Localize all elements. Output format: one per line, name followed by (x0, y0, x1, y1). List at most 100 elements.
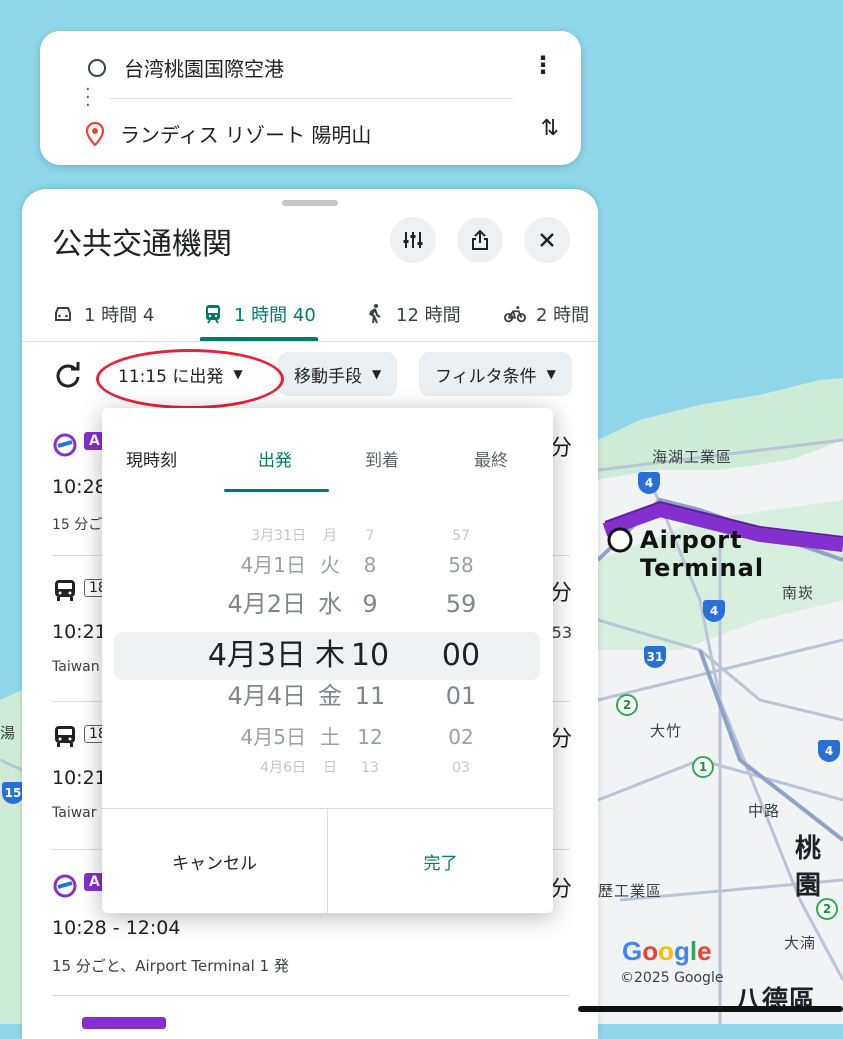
map-label-haihu: 海湖工業區 (652, 448, 733, 466)
duration: 分 (549, 436, 572, 461)
result-sub: 15 分ご (52, 517, 103, 533)
wheel-row[interactable]: 4月1日火 8 58 (102, 550, 553, 580)
tab-transit[interactable]: 1 時間 40 (202, 287, 316, 341)
filter-conditions-label: フィルタ条件 (435, 366, 537, 387)
wheel-row[interactable]: 4月4日金 11 01 (102, 680, 553, 712)
route-4-shield-icon: 4 (818, 740, 840, 762)
tab-walk-label: 12 時間 (396, 305, 461, 326)
ptab-depart[interactable]: 出発 (258, 446, 292, 471)
google-logo: Google (622, 936, 712, 966)
wheel-hour: 11 (354, 682, 386, 710)
wheel-row[interactable]: 4月5日土 12 02 (102, 722, 553, 752)
pin-icon (86, 121, 104, 146)
map-label-dapu: 大湳 (784, 934, 817, 952)
tab-bike[interactable]: 2 時間 (504, 287, 589, 341)
map-copyright: ©2025 Google (620, 970, 724, 986)
done-button[interactable]: 完了 (328, 809, 553, 913)
swap-icon[interactable]: ⇅ (541, 116, 559, 141)
result-time: 10:21 (52, 621, 107, 643)
map-label-industry: 歷工業區 (598, 882, 663, 900)
wheel-row[interactable]: 4月6日日 13 03 (102, 760, 553, 776)
train-icon (206, 305, 220, 324)
destination-row[interactable]: ランディス リゾート 陽明山 (86, 119, 372, 148)
destination-text: ランディス リゾート 陽明山 (120, 123, 372, 147)
travel-modes-chip[interactable]: 移動手段 ▼ (278, 352, 398, 396)
result-sub: Taiwar (52, 805, 97, 821)
route-31-shield-icon: 31 (644, 646, 666, 668)
route-dots-icon: · · · (85, 79, 91, 116)
duration: 分 (549, 581, 572, 606)
route-badge-partial (82, 1017, 166, 1029)
wheel-row[interactable]: 4月3日木 10 00 (102, 632, 553, 680)
wheel-minute: 57 (452, 528, 470, 544)
wheel-minute: 03 (452, 760, 470, 776)
map-label-pu: 湯 (0, 724, 17, 742)
result-sub: Taiwan (52, 659, 100, 675)
wheel-row[interactable]: 3月31日月 7 57 (102, 528, 553, 544)
map-label-taoyuan: 桃園 (795, 834, 823, 901)
more-options-icon[interactable]: ⋮ (531, 51, 555, 79)
ptab-active-indicator (224, 489, 329, 492)
duration: 分 (549, 877, 572, 902)
origin-row[interactable]: 台湾桃園国際空港 (88, 53, 284, 82)
wheel-date: 4月1日 (240, 553, 306, 577)
cancel-button[interactable]: キャンセル (102, 809, 327, 913)
close-button[interactable] (524, 217, 570, 263)
tab-walk[interactable]: 12 時間 (364, 287, 461, 341)
tab-drive[interactable]: 1 時間 4 (52, 287, 154, 341)
result-time: 10:21 (52, 767, 107, 789)
sheet-grabber[interactable] (282, 200, 338, 206)
wheel-row[interactable]: 4月2日水 9 59 (102, 588, 553, 620)
wheel-hour: 10 (350, 638, 390, 673)
walk-icon (369, 304, 381, 324)
wheel-hour: 7 (365, 528, 375, 544)
route-2-shield-icon: 2 (816, 898, 838, 920)
route-4-shield-icon: 4 (638, 472, 660, 494)
filter-conditions-chip[interactable]: フィルタ条件 ▼ (419, 352, 572, 396)
wheel-minute: 02 (448, 725, 474, 749)
wheel-hour: 9 (362, 590, 378, 618)
wheel-minute: 58 (448, 553, 474, 577)
close-icon (540, 233, 554, 247)
share-icon (472, 229, 488, 250)
ptab-last[interactable]: 最終 (474, 446, 508, 471)
car-icon (55, 307, 71, 321)
wheel-date: 4月5日 (240, 725, 306, 749)
red-annotation-circle (96, 349, 284, 409)
map-label-airport-terminal[interactable]: Airport Terminal (640, 526, 843, 582)
ptab-now[interactable]: 現時刻 (126, 446, 177, 471)
bike-icon (504, 306, 526, 323)
bus-icon (55, 726, 75, 747)
map-label-dazhu: 大竹 (650, 722, 683, 740)
route-4-shield-icon: 4 (703, 600, 725, 622)
wheel-hour: 8 (363, 553, 377, 577)
origin-text: 台湾桃園国際空港 (124, 57, 284, 81)
wheel-date: 4月6日 (260, 760, 306, 776)
route-divider (110, 98, 513, 99)
caret-down-icon: ▼ (546, 367, 556, 381)
divider (52, 995, 570, 996)
bus-icon (55, 580, 75, 601)
tab-transit-label: 1 時間 40 (234, 305, 316, 326)
caret-down-icon: ▼ (372, 367, 382, 381)
result-time: 10:28 (52, 476, 107, 498)
airport-mrt-logo-icon (53, 874, 77, 898)
airport-mrt-logo-icon (53, 433, 77, 457)
result-sub: 15 分ごと、Airport Terminal 1 発 (52, 957, 289, 975)
refresh-icon[interactable] (52, 360, 84, 392)
datetime-picker: 現時刻 出発 到着 最終 3月31日月 7 57 4月1日火 8 58 4月2日水 9 59 4月… (102, 408, 553, 913)
sliders-icon (403, 232, 423, 248)
home-indicator (578, 1006, 843, 1012)
options-button[interactable] (390, 217, 436, 263)
share-button[interactable] (457, 217, 503, 263)
ptab-arrive[interactable]: 到着 (365, 446, 399, 471)
wheel-minute: 59 (445, 590, 477, 618)
wheel-date: 4月3日 (207, 638, 306, 673)
duration: 分 (549, 727, 572, 752)
picker-footer: キャンセル 完了 (102, 808, 553, 913)
tab-active-indicator (200, 337, 318, 341)
wheel-minute: 00 (441, 638, 481, 673)
datetime-wheel[interactable]: 3月31日月 7 57 4月1日火 8 58 4月2日水 9 59 4月3日木 10 00 4月4日金 1… (102, 528, 553, 790)
wheel-date: 3月31日 (251, 528, 306, 544)
mode-tabs: 1 時間 4 1 時間 40 12 時間 2 時間 (22, 287, 598, 342)
